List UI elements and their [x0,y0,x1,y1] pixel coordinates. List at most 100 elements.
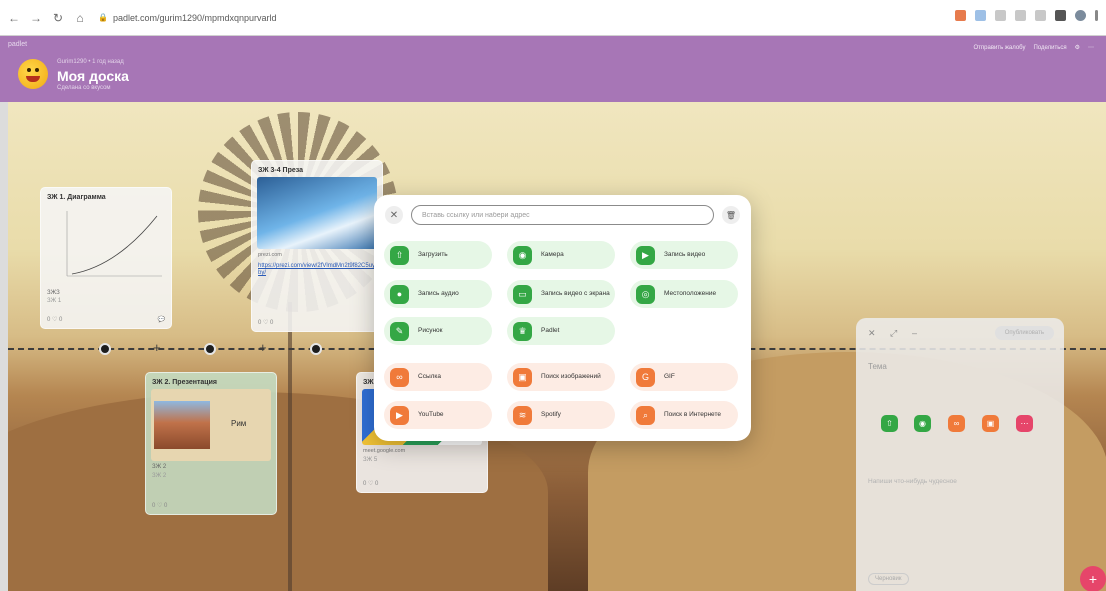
post-title: ЗЖ 1. Диаграмма [47,194,106,201]
post-reactions[interactable]: 0 ♡ 0 [258,319,273,326]
search-icon[interactable] [995,10,1006,21]
back-arrow-icon[interactable]: ← [6,10,22,26]
kebab-menu-icon[interactable] [1095,10,1098,21]
publish-button[interactable]: Опубликовать [994,326,1054,340]
option-gif[interactable]: G GIF [630,363,738,391]
browser-toolbar: ← → ↻ ⌂ 🔒 padlet.com/gurim1290/mpmdxqnpu… [0,0,1106,36]
image-search-icon[interactable]: ▣ [982,415,999,432]
post-meta: ЗЖ 1 [47,298,62,304]
screen-record-icon: ▭ [513,284,532,304]
address-bar[interactable]: 🔒 padlet.com/gurim1290/mpmdxqnpurvarld [98,13,277,23]
option-video-record[interactable]: ▶ Запись видео [630,241,738,269]
header-actions: Отправить жалобу Поделиться ⚙ ⋯ [973,44,1094,52]
board-author: Gurim1290 • 1 год назад [57,59,124,65]
post-title-field[interactable]: Тема [868,362,887,371]
close-icon[interactable]: ✕ [868,328,876,339]
post-meta: ЗЖ 5 [363,457,378,463]
option-image-search[interactable]: ▣ Поиск изображений [507,363,615,391]
post-meta: ЗЖ 2 [152,473,167,479]
link-icon: ∞ [390,367,409,387]
padlet-icon: ♛ [513,321,532,341]
padlet-header: padlet Gurim1290 • 1 год назад Моя доска… [0,36,1106,102]
option-screen-record[interactable]: ▭ Запись видео с экрана [507,280,615,308]
post-reactions[interactable]: 0 ♡ 0 [363,480,378,487]
youtube-icon: ▶ [390,405,409,425]
post-card[interactable]: ЗЖ 2. Презентация Рим ЗЖ 2 ЗЖ 2 0 ♡ 0 [145,372,277,515]
option-padlet[interactable]: ♛ Padlet [507,317,615,345]
camera-icon: ◉ [513,245,532,265]
post-thumbnail: Рим [151,389,271,461]
reload-icon[interactable]: ↻ [50,10,66,26]
post-source: meet.google.com [363,448,406,454]
timeline-add-icon[interactable]: + [259,340,267,355]
option-spotify[interactable]: ≋ Spotify [507,401,615,429]
post-reactions[interactable]: 0 ♡ 0 [47,316,62,323]
slide-text: Рим [231,419,247,428]
upload-icon[interactable]: ⇧ [881,415,898,432]
post-title: ЗЖ 3-4 Преза [258,167,304,174]
upload-icon: ⇧ [390,245,409,265]
option-upload[interactable]: ⇧ Загрузить [384,241,492,269]
more-menu-icon[interactable]: ⋯ [1088,44,1094,51]
puzzle-icon[interactable] [1055,10,1066,21]
timeline-add-icon[interactable]: + [153,340,161,355]
lock-icon: 🔒 [98,13,108,22]
option-drawing[interactable]: ✎ Рисунок [384,317,492,345]
link-search-input[interactable] [411,205,714,225]
chart-thumbnail [66,211,162,277]
minimize-icon[interactable]: – [912,328,917,338]
extension-icon[interactable] [975,10,986,21]
post-card[interactable]: ЗЖ 3-4 Преза prezi.com https://prezi.com… [251,160,383,332]
trash-icon[interactable]: 🗑 [722,206,740,224]
timeline-node[interactable] [310,343,322,355]
star-icon[interactable] [1035,10,1046,21]
option-youtube[interactable]: ▶ YouTube [384,401,492,429]
home-icon[interactable]: ⌂ [72,10,88,26]
post-title: ЗЖ 2. Презентация [152,379,217,386]
profile-avatar[interactable] [1075,10,1086,21]
post-thumbnail [257,177,377,249]
draft-toggle[interactable]: Черновик [868,573,909,585]
post-body-field[interactable]: Напиши что-нибудь чудесное [868,478,957,485]
padlet-logo[interactable]: padlet [8,41,27,48]
post-tag: ЗЖ 2 [152,464,167,470]
post-reactions[interactable]: 0 ♡ 0 [152,502,167,509]
comment-icon[interactable]: 💬 [158,316,165,323]
pencil-icon: ✎ [390,321,409,341]
settings-gear-icon[interactable]: ⚙ [1075,44,1080,51]
url-text: padlet.com/gurim1290/mpmdxqnpurvarld [112,12,277,23]
gif-icon: G [636,367,655,387]
camera-icon[interactable]: ◉ [914,415,931,432]
option-camera[interactable]: ◉ Камера [507,241,615,269]
post-source: prezi.com [258,252,282,258]
close-icon[interactable]: ✕ [385,206,403,224]
video-record-icon: ▶ [636,245,655,265]
option-link[interactable]: ∞ Ссылка [384,363,492,391]
add-content-menu: ✕ 🗑 ⇧ Загрузить ◉ Камера ▶ Запись видео … [374,195,751,441]
spotify-icon: ≋ [513,405,532,425]
link-icon[interactable]: ∞ [948,415,965,432]
timeline-node[interactable] [204,343,216,355]
location-icon: ◎ [636,284,655,304]
option-web-search[interactable]: ⌕ Поиск в Интернете [630,401,738,429]
board-description: Сделана со вкусом [57,85,111,91]
microphone-icon: ● [390,284,409,304]
forward-arrow-icon[interactable]: → [28,10,44,26]
add-post-button[interactable]: + [1080,566,1106,591]
post-link[interactable]: https://prezi.com/view/2fVlmdMn2t9f82C5u… [252,261,382,279]
report-button[interactable]: Отправить жалобу [973,45,1025,51]
timeline-node[interactable] [99,343,111,355]
board-avatar [18,59,48,89]
more-attachments-icon[interactable]: ⋯ [1016,415,1033,432]
expand-icon[interactable]: ⤢ [890,328,897,339]
extension-icon[interactable] [955,10,966,21]
post-card[interactable]: ЗЖ 1. Диаграмма ЗЖЗ ЗЖ 1 0 ♡ 0 💬 [40,187,172,329]
web-search-icon: ⌕ [636,405,655,425]
option-location[interactable]: ◎ Местоположение [630,280,738,308]
board-title: Моя доска [57,68,129,84]
extensions-bar [955,10,1098,21]
option-audio-record[interactable]: ● Запись аудио [384,280,492,308]
image-search-icon: ▣ [513,367,532,387]
share-button[interactable]: Поделиться [1033,45,1066,51]
reading-list-icon[interactable] [1015,10,1026,21]
